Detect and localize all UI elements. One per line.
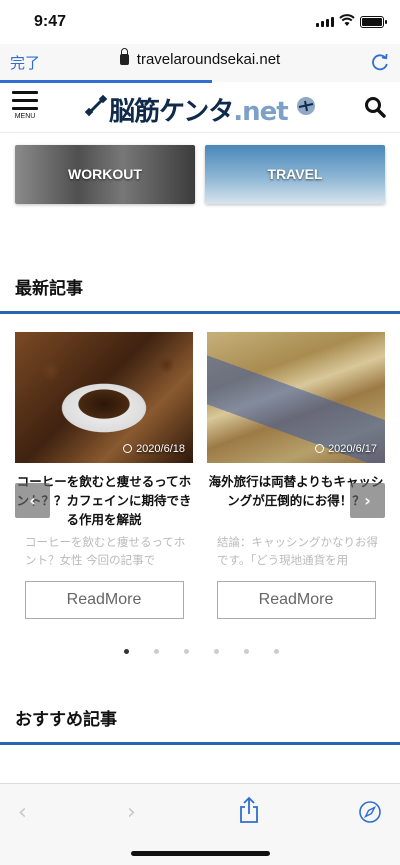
category-tile-travel[interactable]: TRAVEL [205, 145, 385, 204]
clock-icon [315, 444, 325, 453]
article-date: 2020/6/18 [123, 443, 185, 455]
site-logo[interactable]: 脳筋ケンタ.net [85, 89, 317, 127]
reload-icon[interactable] [370, 52, 390, 72]
battery-icon [360, 16, 387, 28]
forward-button[interactable]: › [127, 800, 136, 825]
clock-icon [123, 444, 133, 453]
home-indicator [131, 851, 270, 856]
carousel-pagination [124, 649, 279, 654]
section-title-recommended: おすすめ記事 [15, 710, 117, 730]
cellular-signal-icon [316, 17, 334, 27]
pagination-dot[interactable] [274, 649, 279, 654]
category-label: WORKOUT [68, 166, 142, 182]
article-thumbnail[interactable]: 2020/6/18 [15, 332, 193, 463]
article-excerpt: コーヒーを飲むと痩せるってホント？女性 今回の記事で [25, 535, 186, 567]
pagination-dot[interactable] [244, 649, 249, 654]
hamburger-icon [12, 91, 38, 110]
logo-text: 脳筋ケンタ [109, 97, 234, 127]
lock-icon [119, 48, 129, 65]
menu-label: MENU [14, 113, 36, 120]
article-card[interactable]: 2020/6/17 海外旅行は両替よりもキャッシングが圧倒的にお得！？ 結論：キ… [207, 332, 385, 619]
pagination-dot[interactable] [214, 649, 219, 654]
category-label: TRAVEL [267, 166, 323, 182]
read-more-button[interactable]: ReadMore [216, 581, 376, 619]
section-divider [0, 742, 400, 745]
read-more-button[interactable]: ReadMore [24, 581, 184, 619]
url-field[interactable]: travelaroundsekai.net [0, 48, 400, 68]
article-thumbnail[interactable]: 2020/6/17 [207, 332, 385, 463]
category-tile-workout[interactable]: WORKOUT [15, 145, 195, 204]
compass-icon[interactable] [358, 800, 382, 824]
site-header: MENU 脳筋ケンタ.net [0, 83, 400, 133]
pagination-dot[interactable] [124, 649, 129, 654]
article-card[interactable]: 2020/6/18 コーヒーを飲むと痩せるってホント？？カフェインに期待できる作… [15, 332, 193, 619]
section-title-latest: 最新記事 [15, 279, 83, 299]
url-text: travelaroundsekai.net [136, 51, 281, 68]
airplane-icon [297, 97, 315, 115]
menu-button[interactable]: MENU [12, 91, 38, 120]
carousel-prev-button[interactable]: ‹ [15, 483, 50, 518]
share-icon[interactable] [238, 796, 260, 824]
carousel-next-button[interactable]: › [350, 483, 385, 518]
status-time: 9:47 [34, 13, 67, 30]
status-bar: 9:47 [0, 0, 400, 44]
article-date: 2020/6/17 [315, 443, 377, 455]
article-excerpt: 結論：キャッシングかなりお得です。「どう現地通貨を用 [217, 535, 378, 567]
search-icon[interactable] [364, 96, 386, 118]
pagination-dot[interactable] [154, 649, 159, 654]
logo-suffix: .net [233, 97, 288, 127]
pagination-dot[interactable] [184, 649, 189, 654]
browser-url-bar: 完了 travelaroundsekai.net [0, 44, 400, 82]
section-divider [0, 311, 400, 314]
wifi-icon [339, 14, 355, 26]
dumbbell-icon [85, 95, 107, 117]
back-button[interactable]: ‹ [18, 800, 27, 825]
